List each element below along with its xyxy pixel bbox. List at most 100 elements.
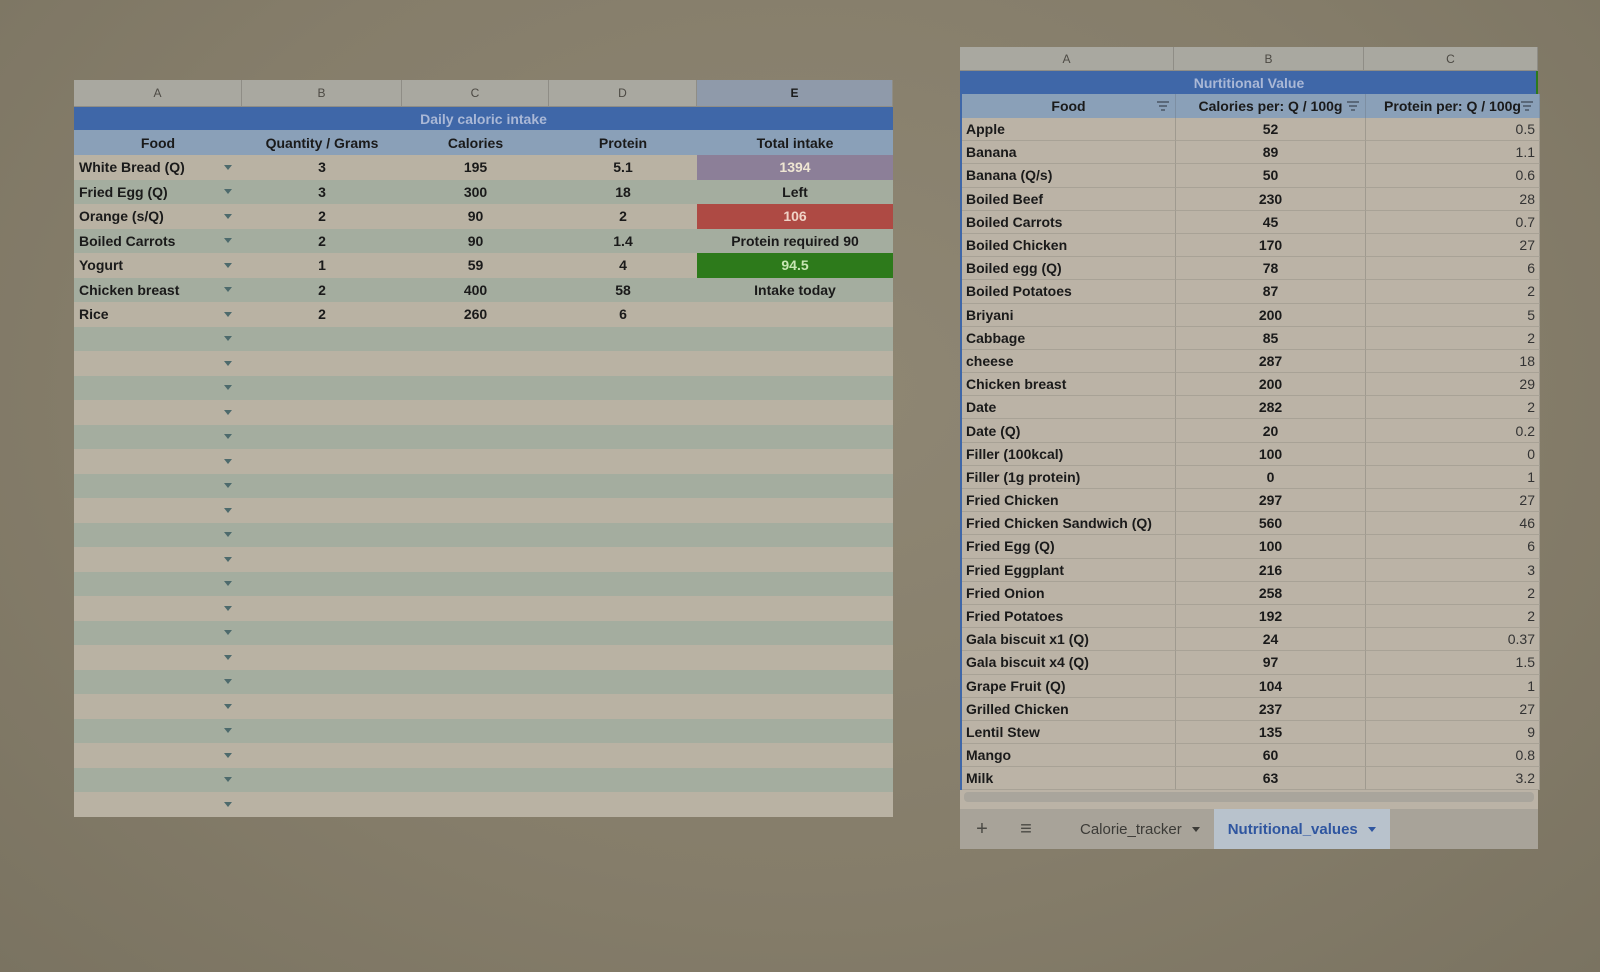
protein-cell[interactable]: 1 [1366,465,1540,489]
food-cell[interactable] [74,645,242,670]
dropdown-arrow-icon[interactable] [224,483,232,489]
dropdown-arrow-icon[interactable] [224,385,232,391]
total-intake-cell[interactable] [697,743,893,768]
dropdown-arrow-icon[interactable] [224,262,232,268]
food-cell[interactable] [74,547,242,572]
protein-cell[interactable]: 9 [1366,720,1540,745]
food-cell[interactable] [74,375,242,400]
qty-cell[interactable] [242,326,402,351]
protein-cell[interactable] [549,522,697,547]
cal-cell[interactable]: 300 [402,179,549,204]
food-cell[interactable]: Fried Potatoes [962,604,1176,629]
total-intake-cell[interactable] [697,718,893,743]
food-cell[interactable]: Fried Egg (Q) [74,179,242,204]
food-cell[interactable]: Cabbage [962,326,1176,350]
food-cell[interactable]: Lentil Stew [962,720,1176,745]
calories-cell[interactable]: 52 [1176,118,1366,142]
protein-cell[interactable] [549,351,697,376]
protein-cell[interactable]: 2 [549,204,697,229]
protein-cell[interactable]: 5.1 [549,155,697,180]
cal-cell[interactable] [402,596,549,621]
qty-cell[interactable] [242,620,402,645]
cal-cell[interactable]: 90 [402,228,549,253]
food-cell[interactable]: Filler (100kcal) [962,442,1176,466]
cal-cell[interactable] [402,694,549,719]
calories-cell[interactable]: 192 [1176,604,1366,629]
total-intake-cell[interactable] [697,694,893,719]
total-intake-cell[interactable] [697,473,893,498]
protein-cell[interactable] [549,792,697,817]
food-cell[interactable]: Fried Eggplant [962,558,1176,582]
food-cell[interactable] [74,792,242,817]
protein-cell[interactable]: 0.6 [1366,164,1540,188]
total-intake-cell[interactable]: 94.5 [697,253,893,278]
total-intake-cell[interactable] [697,326,893,351]
calories-cell[interactable]: 287 [1176,349,1366,374]
qty-cell[interactable] [242,571,402,596]
food-cell[interactable]: Boiled Beef [962,187,1176,211]
protein-cell[interactable] [549,718,697,743]
food-cell[interactable] [74,498,242,523]
food-cell[interactable] [74,351,242,376]
protein-cell[interactable]: 6 [1366,257,1540,281]
food-cell[interactable]: Boiled Potatoes [962,280,1176,304]
food-cell[interactable]: Filler (1g protein) [962,465,1176,489]
calories-cell[interactable]: 258 [1176,581,1366,605]
protein-cell[interactable]: 4 [549,253,697,278]
protein-cell[interactable] [549,326,697,351]
total-intake-cell[interactable]: 106 [697,204,893,229]
protein-cell[interactable]: 3.2 [1366,767,1540,791]
dropdown-arrow-icon[interactable] [224,801,232,807]
protein-cell[interactable]: 28 [1366,187,1540,211]
dropdown-arrow-icon[interactable] [224,458,232,464]
calories-cell[interactable]: 24 [1176,628,1366,652]
dropdown-arrow-icon[interactable] [224,507,232,513]
food-cell[interactable] [74,473,242,498]
protein-cell[interactable] [549,449,697,474]
qty-cell[interactable]: 2 [242,277,402,302]
cal-cell[interactable] [402,424,549,449]
cal-cell[interactable] [402,473,549,498]
cal-cell[interactable] [402,645,549,670]
food-cell[interactable]: Grilled Chicken [962,697,1176,721]
protein-cell[interactable] [549,743,697,768]
dropdown-arrow-icon[interactable] [224,777,232,783]
column-header-a[interactable]: A [74,80,242,107]
protein-cell[interactable] [549,767,697,792]
total-intake-cell[interactable]: Protein required 90 [697,228,893,253]
food-cell[interactable] [74,326,242,351]
qty-cell[interactable]: 3 [242,179,402,204]
food-cell[interactable] [74,669,242,694]
total-intake-cell[interactable] [697,620,893,645]
protein-cell[interactable]: 2 [1366,326,1540,350]
food-cell[interactable]: Fried Onion [962,581,1176,605]
food-cell[interactable]: Rice [74,302,242,327]
qty-cell[interactable] [242,351,402,376]
food-cell[interactable]: Date [962,396,1176,420]
food-cell[interactable]: Fried Chicken [962,489,1176,513]
cal-cell[interactable] [402,669,549,694]
food-cell[interactable]: Milk [962,767,1176,791]
dropdown-arrow-icon[interactable] [224,360,232,366]
qty-cell[interactable]: 1 [242,253,402,278]
dropdown-arrow-icon[interactable] [224,336,232,342]
total-intake-cell[interactable] [697,498,893,523]
calories-cell[interactable]: 60 [1176,744,1366,768]
dropdown-arrow-icon[interactable] [224,238,232,244]
food-cell[interactable]: Chicken breast [74,277,242,302]
total-intake-cell[interactable] [697,571,893,596]
qty-cell[interactable] [242,522,402,547]
dropdown-arrow-icon[interactable] [224,409,232,415]
protein-cell[interactable]: 2 [1366,581,1540,605]
dropdown-arrow-icon[interactable] [224,434,232,440]
chevron-down-icon[interactable] [1367,826,1376,832]
protein-cell[interactable]: 0.7 [1366,210,1540,234]
dropdown-arrow-icon[interactable] [224,605,232,611]
column-header-a[interactable]: A [960,47,1174,71]
food-cell[interactable]: Apple [962,118,1176,142]
food-cell[interactable]: Boiled Chicken [962,233,1176,258]
protein-cell[interactable]: 2 [1366,280,1540,304]
filter-icon[interactable] [1157,101,1169,111]
food-cell[interactable]: Briyani [962,303,1176,327]
protein-cell[interactable] [549,645,697,670]
